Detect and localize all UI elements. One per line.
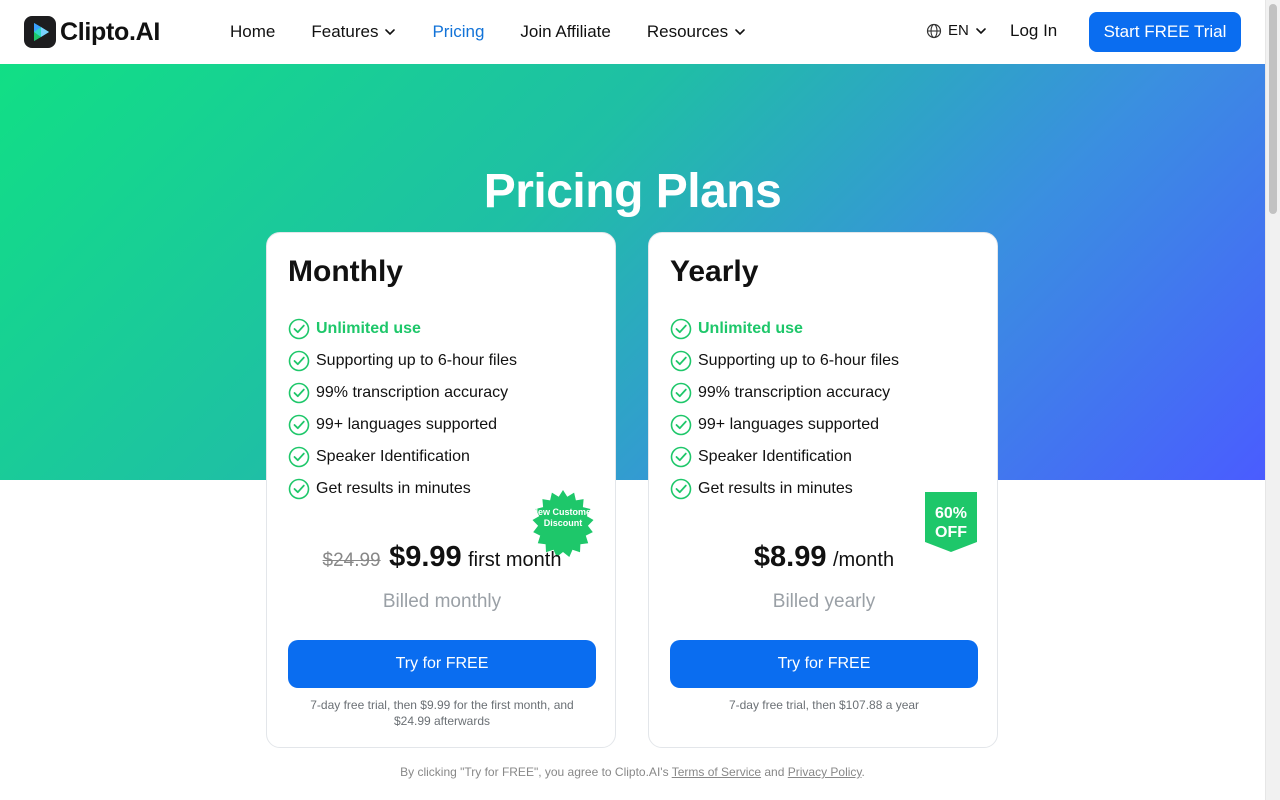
scrollbar-thumb[interactable]: [1269, 4, 1277, 214]
page-scrollbar[interactable]: [1265, 0, 1280, 800]
original-price: $24.99: [322, 550, 381, 571]
language-label: EN: [948, 22, 969, 39]
clipto-logo[interactable]: Clipto.AI: [24, 16, 160, 48]
trial-fine-print: 7-day free trial, then $9.99 for the fir…: [310, 698, 574, 728]
check-circle-icon: [670, 478, 692, 500]
badge-line-percent: 60%: [934, 505, 968, 522]
privacy-policy-link[interactable]: Privacy Policy: [788, 765, 862, 779]
feature-list: Unlimited use Supporting up to 6-hour fi…: [670, 313, 899, 505]
feature-label: Unlimited use: [316, 320, 421, 337]
feature-label: Get results in minutes: [316, 480, 471, 497]
yearly-plan-card: Yearly Unlimited use Supporting up to 6-…: [648, 232, 998, 748]
feature-label: Supporting up to 6-hour files: [316, 352, 518, 369]
monthly-plan-card: Monthly Unlimited use Supporting up to 6…: [266, 232, 616, 748]
feature-item: 99% transcription accuracy: [288, 377, 517, 409]
nav-resources-label: Resources: [646, 22, 729, 41]
start-free-trial-button[interactable]: Start FREE Trial: [1089, 12, 1241, 52]
feature-label: 99% transcription accuracy: [698, 384, 891, 401]
billing-frequency: Billed monthly: [382, 591, 502, 612]
badge-label: New Customer Discount: [531, 507, 595, 528]
terms-suffix: .: [861, 765, 865, 779]
badge-line-off: OFF: [935, 524, 967, 541]
nav-home-label: Home: [230, 22, 276, 41]
plan-price: $9.99: [389, 541, 462, 573]
check-circle-icon: [670, 414, 692, 436]
login-link[interactable]: Log In: [1010, 21, 1057, 41]
check-circle-icon: [288, 446, 310, 468]
terms-prefix: By clicking "Try for FREE", you agree to…: [400, 765, 672, 779]
feature-item: Supporting up to 6-hour files: [670, 345, 899, 377]
check-circle-icon: [670, 350, 692, 372]
nav-pricing[interactable]: Pricing: [432, 22, 484, 42]
feature-item: Unlimited use: [288, 313, 517, 345]
clipto-logo-icon: [24, 16, 56, 48]
feature-label: Supporting up to 6-hour files: [698, 352, 900, 369]
feature-label: Get results in minutes: [698, 480, 853, 497]
feature-item: Speaker Identification: [670, 441, 899, 473]
monthly-try-free-button[interactable]: Try for FREE: [288, 640, 596, 688]
price-row: $24.99 $9.99 first month: [267, 541, 617, 574]
check-circle-icon: [670, 382, 692, 404]
check-circle-icon: [288, 382, 310, 404]
nav-features[interactable]: Features: [311, 22, 396, 42]
terms-of-service-link[interactable]: Terms of Service: [672, 765, 761, 779]
plan-price: $8.99: [753, 541, 827, 573]
price-period: /month: [832, 549, 895, 571]
check-circle-icon: [288, 350, 310, 372]
terms-notice: By clicking "Try for FREE", you agree to…: [0, 765, 1265, 779]
feature-item: Get results in minutes: [288, 473, 517, 505]
price-row: $8.99 /month: [649, 541, 999, 574]
pricing-hero: Pricing Plans: [0, 64, 1265, 480]
nav-join-affiliate-label: Join Affiliate: [520, 22, 611, 41]
feature-label: 99% transcription accuracy: [316, 384, 509, 401]
terms-and: and: [761, 765, 788, 779]
chevron-down-icon: [385, 29, 396, 36]
feature-item: Get results in minutes: [670, 473, 899, 505]
check-circle-icon: [288, 478, 310, 500]
feature-item: 99+ languages supported: [288, 409, 517, 441]
billing-frequency: Billed yearly: [772, 591, 876, 612]
badge-label: 60% OFF: [925, 504, 977, 542]
globe-icon: [926, 23, 942, 38]
nav-join-affiliate[interactable]: Join Affiliate: [520, 22, 610, 42]
plan-title: Monthly: [288, 255, 403, 288]
nav-pricing-label: Pricing: [432, 22, 485, 41]
feature-item: Supporting up to 6-hour files: [288, 345, 517, 377]
feature-list: Unlimited use Supporting up to 6-hour fi…: [288, 313, 517, 505]
feature-item: Speaker Identification: [288, 441, 517, 473]
check-circle-icon: [670, 446, 692, 468]
trial-fine-print: 7-day free trial, then $107.88 a year: [728, 698, 920, 712]
main-nav: Home Features Pricing Join Affiliate Res…: [230, 0, 782, 64]
chevron-down-icon: [976, 27, 986, 34]
feature-item: 99% transcription accuracy: [670, 377, 899, 409]
yearly-try-free-button[interactable]: Try for FREE: [670, 640, 978, 688]
feature-label: 99+ languages supported: [316, 416, 498, 433]
feature-item: Unlimited use: [670, 313, 899, 345]
nav-resources[interactable]: Resources: [647, 22, 746, 42]
feature-label: Unlimited use: [698, 320, 803, 337]
feature-label: Speaker Identification: [698, 448, 852, 465]
language-selector[interactable]: EN: [926, 22, 987, 39]
top-navbar: Clipto.AI Home Features Pricing Join Aff…: [0, 0, 1265, 64]
feature-label: Speaker Identification: [316, 448, 470, 465]
check-circle-icon: [288, 414, 310, 436]
feature-label: 99+ languages supported: [698, 416, 880, 433]
chevron-down-icon: [735, 29, 745, 36]
check-circle-icon: [670, 318, 692, 340]
price-period: first month: [468, 549, 562, 571]
check-circle-icon: [288, 318, 310, 340]
nav-home[interactable]: Home: [230, 22, 275, 42]
nav-features-label: Features: [311, 22, 379, 41]
brand-name: Clipto.AI: [60, 17, 161, 46]
feature-item: 99+ languages supported: [670, 409, 899, 441]
plan-title: Yearly: [670, 255, 759, 288]
page-title: Pricing Plans: [483, 165, 782, 218]
